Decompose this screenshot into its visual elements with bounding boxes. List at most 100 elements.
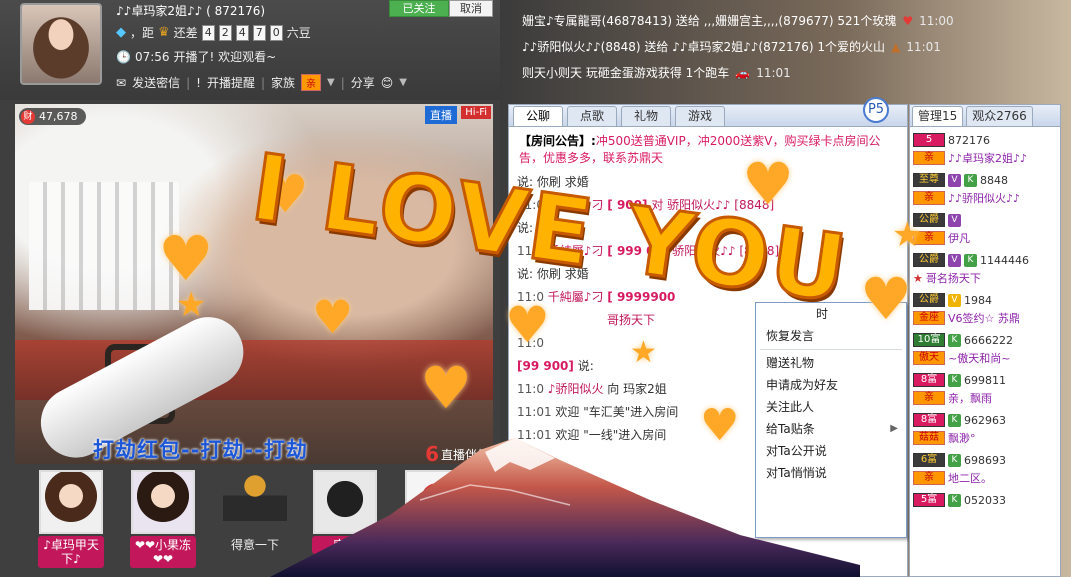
user-id: 052033	[964, 493, 1006, 507]
user-name: 亲，飘雨	[948, 392, 992, 405]
hifi-tag[interactable]: Hi-Fi	[461, 106, 491, 119]
chevron-down-icon[interactable]: ▼	[399, 77, 407, 88]
level-badge: 8富	[913, 413, 945, 427]
share-link[interactable]: 分享	[351, 74, 375, 91]
fan-item[interactable]: 得意一下	[222, 470, 288, 576]
chat-text: 骄阳似火♪♪ [8848]	[672, 244, 780, 258]
gift-time: 11:01	[906, 40, 941, 54]
chat-name[interactable]: 说:	[517, 221, 533, 235]
video-stream[interactable]: 财 47,678 直播 Hi-Fi 打劫红包--打劫--打劫 6 直播伴侣	[15, 104, 493, 464]
user-row-bottom: 亲地二区。	[913, 469, 1057, 487]
chat-name[interactable]: 欢迎 "车汇美	[555, 405, 624, 419]
rank-digit: 2	[218, 24, 232, 41]
user-list: 5 872176 亲 ♪♪卓玛家2姐♪♪ 至尊 V K 8848 亲 ♪♪骄阳似火♪♪ 公爵…	[910, 127, 1060, 531]
chat-name[interactable]: 千純屬♪刁	[548, 290, 604, 304]
rank-unit: 六豆	[286, 26, 311, 40]
chat-name[interactable]: 千純屬♪刁	[548, 198, 604, 212]
chat-text: "进入房间	[624, 405, 679, 419]
fan-label: ❤❤小果冻❤❤	[130, 536, 196, 568]
chat-text: 向 玛家2姐	[607, 382, 667, 396]
family-badge: 亲	[913, 151, 945, 165]
user-entry[interactable]: 公爵 V 1984 金座 V6签约☆ 苏鼎	[913, 289, 1057, 329]
watermark-text: 直播伴侣	[440, 447, 489, 462]
vip-badge: V	[948, 213, 961, 227]
user-entry[interactable]: 5富 K 052033	[913, 489, 1057, 529]
chat-tabbar: 公聊 点歌 礼物 游戏	[509, 105, 907, 127]
user-entry[interactable]: 至尊 V K 8848 亲 ♪♪骄阳似火♪♪	[913, 169, 1057, 209]
user-name: ~傲天和尚~	[948, 352, 1011, 365]
menu-item-public-talk[interactable]: 对Ta公开说	[756, 440, 906, 462]
wealth-value: 47,678	[39, 110, 78, 123]
host-actions: ✉ 发送密信 | ! 开播提醒 | 家族 亲 ▼ | 分享 😊 ▼	[116, 74, 407, 91]
chat-name[interactable]: ♪骄阳似火	[548, 382, 604, 396]
fan-avatar	[131, 470, 195, 534]
send-message-link[interactable]: 发送密信	[132, 74, 180, 91]
menu-item-follow[interactable]: 关注此人	[756, 396, 906, 418]
menu-item-add-friend[interactable]: 申请成为好友	[756, 374, 906, 396]
user-row-bottom: 亲 ♪♪卓玛家2姐♪♪	[913, 149, 1057, 167]
live-status-time: 07:56	[134, 49, 170, 64]
p5-badge[interactable]: P5	[863, 97, 889, 123]
menu-item-sticker[interactable]: 给Ta贴条 ▶	[756, 418, 906, 440]
user-entry[interactable]: 6富 K 698693 亲地二区。	[913, 449, 1057, 489]
chat-message: 说: 求婚	[517, 217, 899, 240]
gift-line: 则天小则天 玩砸金蛋游戏获得 1个跑车 🚗 11:01	[522, 60, 1062, 86]
fan-label: 康朗	[312, 536, 378, 554]
chat-name[interactable]: [99 900]	[517, 359, 574, 373]
followed-button[interactable]: 已关注	[389, 0, 449, 17]
fan-item[interactable]: 稽	[404, 470, 470, 576]
family-badge: 菇菇	[913, 431, 945, 445]
tab-gifts[interactable]: 礼物	[621, 106, 672, 126]
level-badge: 至尊	[913, 173, 945, 187]
fan-item[interactable]: 康朗	[312, 470, 378, 576]
host-profile-bar: ♪♪卓玛家2姐♪♪ ( 872176) 已关注 取消 ◆ ，距 ♛ 还差 4 2…	[0, 0, 500, 100]
chat-text: 对 骄阳似火♪♪ [8848]	[651, 198, 775, 212]
user-entry[interactable]: 公爵 V K 1144446 ★ 哥名扬天下	[913, 249, 1057, 289]
fan-item[interactable]: ❤❤小果冻❤❤	[130, 470, 196, 576]
tab-admins[interactable]: 管理15	[912, 106, 964, 126]
user-name: V6签约☆ 苏鼎	[948, 312, 1020, 325]
chevron-down-icon[interactable]: ▼	[327, 77, 335, 88]
user-entry[interactable]: 8富 K 962963 菇菇 飘渺°	[913, 409, 1057, 449]
chat-message: 说: 你刷 求婚	[517, 263, 899, 286]
host-avatar[interactable]	[20, 3, 102, 85]
chat-name[interactable]: 千純屬♪刁	[548, 244, 604, 258]
divider: |	[340, 75, 345, 90]
gift-line: 姗宝♪专属龍哥(46878413) 送给 ,,,姗姗宫主,,,,(879677)…	[522, 8, 1062, 34]
level-badge: 10富	[913, 333, 945, 347]
tab-song-request[interactable]: 点歌	[567, 106, 618, 126]
diamond-icon: ◆	[116, 25, 126, 40]
family-badge: 傲天	[913, 351, 945, 365]
user-row-top: 5 872176	[913, 131, 1057, 149]
user-entry[interactable]: 5 872176 亲 ♪♪卓玛家2姐♪♪	[913, 129, 1057, 169]
fan-item[interactable]: ♪卓玛甲天下♪	[38, 470, 104, 576]
scrolling-banner: 打劫红包--打劫--打劫	[93, 438, 308, 462]
user-name: ♪♪骄阳似火♪♪	[948, 192, 1021, 205]
room-notice-label: 【房间公告】:	[519, 134, 596, 148]
family-link[interactable]: 家族	[271, 74, 295, 91]
host-name: ♪♪卓玛家2姐♪♪	[116, 4, 203, 18]
six-logo-icon: 6	[425, 442, 439, 464]
user-row-bottom: 金座 V6签约☆ 苏鼎	[913, 309, 1057, 327]
user-entry[interactable]: 8富 K 699811 亲亲，飘雨	[913, 369, 1057, 409]
cancel-follow-button[interactable]: 取消	[449, 0, 493, 17]
tab-viewers[interactable]: 观众2766	[966, 106, 1033, 126]
chat-name[interactable]: 欢迎 "一线	[555, 428, 612, 442]
user-entry[interactable]: 10富 K 6666222 傲天 ~傲天和尚~	[913, 329, 1057, 369]
user-entry[interactable]: 公爵 V 亲伊凡	[913, 209, 1057, 249]
chat-name[interactable]: 说: 你刷	[517, 267, 561, 281]
tab-public-chat[interactable]: 公聊	[513, 106, 564, 126]
tab-games[interactable]: 游戏	[675, 106, 726, 126]
menu-item-whisper[interactable]: 对Ta悄悄说	[756, 462, 906, 484]
user-id: 8848	[980, 173, 1008, 187]
chat-text: 哥扬天下	[607, 313, 656, 327]
k-badge: K	[948, 453, 961, 467]
live-remind-link[interactable]: 开播提醒	[207, 74, 255, 91]
chat-name[interactable]: 说: 你刷	[517, 175, 561, 189]
user-id: 1984	[964, 293, 992, 307]
chat-time: 11:0	[517, 382, 544, 396]
menu-item-time[interactable]: 时	[756, 303, 906, 325]
menu-item-restore-speech[interactable]: 恢复发言	[756, 325, 906, 347]
menu-item-send-gift[interactable]: 赠送礼物	[756, 352, 906, 374]
chat-message: 11:0 千純屬♪刁 [ 900] 对 骄阳似火♪♪ [8848]	[517, 194, 899, 217]
